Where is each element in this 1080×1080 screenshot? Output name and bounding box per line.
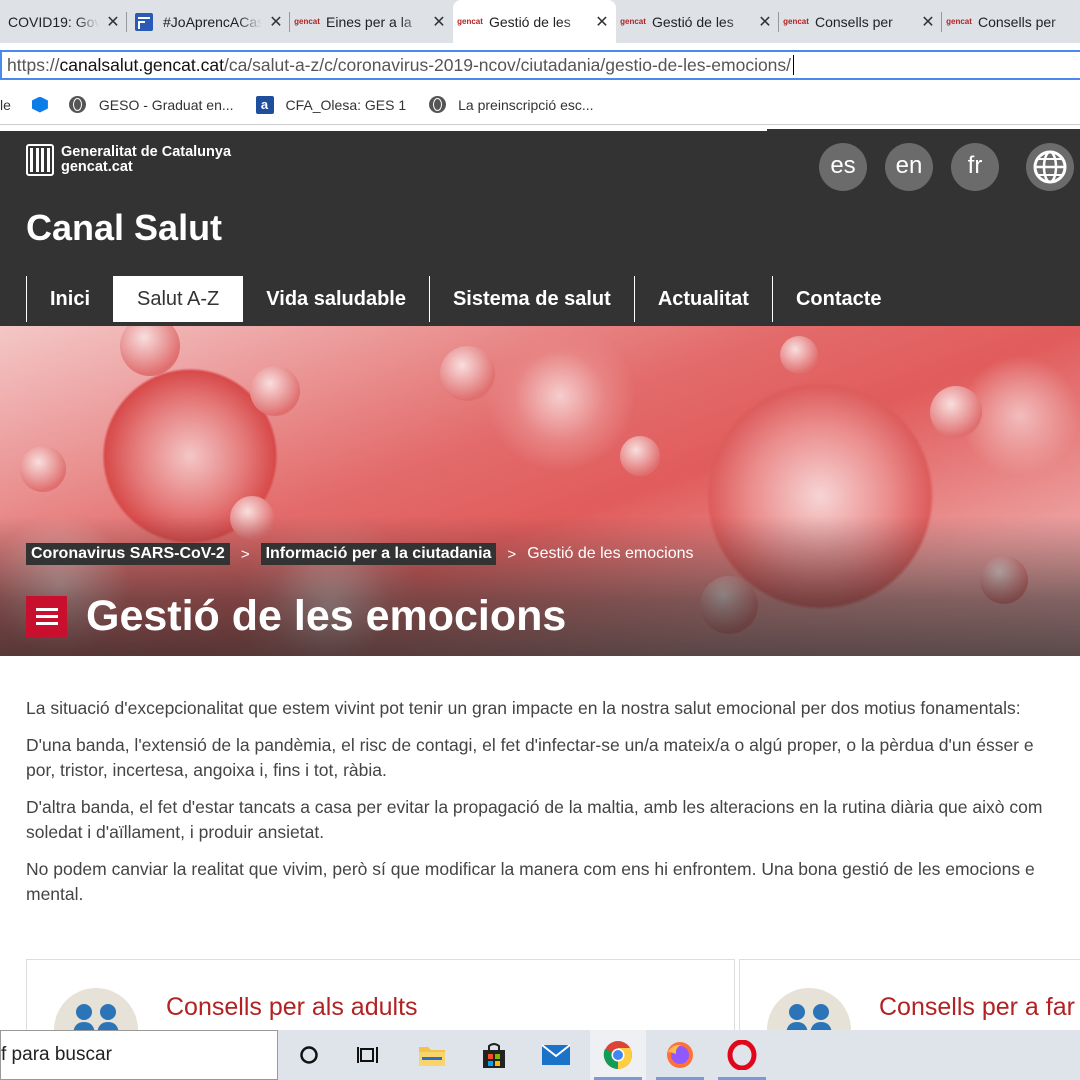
nav-item-sistema-de-salut[interactable]: Sistema de salut [428,276,634,322]
globe-icon [428,96,446,114]
generalitat-emblem-icon [26,144,54,176]
browser-tab-strip: COVID19: Gov ✕ #JoAprencACasa ✕ gen cat E… [0,0,1080,43]
breadcrumb-link-ciutadania[interactable]: Informació per a la ciutadania [260,543,497,565]
chrome-icon[interactable] [590,1030,646,1080]
close-icon[interactable]: ✕ [920,12,936,32]
browser-tab-active[interactable]: gen cat Gestió de les ✕ [453,0,616,43]
browser-tab[interactable]: gen cat Consells per ✕ [779,0,942,43]
tab-title: Gestió de les [489,13,571,30]
tab-title: Consells per [815,13,893,30]
mail-icon[interactable] [528,1030,584,1080]
bookmark-label: CFA_Olesa: GES 1 [285,96,407,113]
page-title: Gestió de les emocions [86,592,567,640]
text-caret [793,55,795,75]
bookmark-item[interactable]: le [0,97,11,113]
close-icon[interactable]: ✕ [431,12,447,32]
tab-title: COVID19: Gov [8,13,99,30]
gencat-favicon-icon: gen cat [783,16,809,26]
paragraph: soledat i d'aïllament, i produir ansieta… [26,822,325,842]
address-bar: https://canalsalut.gencat.cat/ca/salut-a… [0,43,1080,85]
language-fr-button[interactable]: fr [951,143,999,191]
url-path: /ca/salut-a-z/c/coronavirus-2019-ncov/ci… [223,55,792,75]
close-icon[interactable]: ✕ [757,12,773,32]
nav-item-vida-saludable[interactable]: Vida saludable [242,276,429,322]
url-host: canalsalut.gencat.cat [59,55,224,75]
paragraph: por, tristor, incertesa, angoixa i, fins… [26,760,387,780]
browser-tab[interactable]: gen cat Gestió de les ✕ [616,0,779,43]
paragraph: mental. [26,884,84,904]
url-input[interactable]: https://canalsalut.gencat.cat/ca/salut-a… [0,50,1080,80]
bookmarks-bar: le GESO - Graduat en... a CFA_Olesa: GES… [0,85,1080,125]
gencat-favicon-icon: gen cat [620,16,646,26]
nav-item-contacte[interactable]: Contacte [771,276,905,322]
bookmark-label: le [0,96,11,113]
cortana-icon[interactable] [281,1030,337,1080]
language-es-button[interactable]: es [819,143,867,191]
page-heading: Gestió de les emocions [26,592,566,641]
bookmark-item[interactable]: a CFA_Olesa: GES 1 [255,95,407,114]
nav-item-inici[interactable]: Inici [26,276,113,322]
close-icon[interactable]: ✕ [268,12,284,32]
browser-tab[interactable]: #JoAprencACasa ✕ [127,0,290,43]
main-nav: Inici Salut A-Z Vida saludable Sistema d… [26,276,905,322]
bookmark-item[interactable]: La preinscripció esc... [428,96,594,114]
paragraph: La situació d'excepcionalitat que estem … [26,698,1021,718]
logo-text: Generalitat de Catalunya gencat.cat [61,145,231,175]
breadcrumb: Coronavirus SARS-CoV-2 > Informació per … [26,543,694,565]
tab-title: #JoAprencACasa [163,13,262,30]
opera-icon[interactable] [714,1030,770,1080]
bookmark-item[interactable] [31,96,49,114]
tab-title: Eines per a la [326,13,412,30]
windows-taskbar: f para buscar [0,1030,1080,1080]
bookmark-label: La preinscripció esc... [458,96,594,113]
nav-item-actualitat[interactable]: Actualitat [633,276,772,322]
browser-tab[interactable]: gen cat Eines per a la ✕ [290,0,453,43]
form-favicon-icon [135,12,153,31]
card-title[interactable]: Consells per als adults [166,993,418,1022]
a-square-icon: a [255,95,274,114]
breadcrumb-link-coronavirus[interactable]: Coronavirus SARS-CoV-2 [26,543,230,565]
logo-line1: Generalitat de Catalunya [61,144,232,160]
site-title[interactable]: Canal Salut [26,207,222,249]
hexagon-icon [31,96,49,114]
logo-line2: gencat.cat [61,159,133,175]
article-body: La situació d'excepcionalitat que estem … [26,696,1080,919]
browser-tab[interactable]: COVID19: Gov ✕ [0,0,127,43]
breadcrumb-separator: > [240,545,250,563]
store-icon[interactable] [466,1030,522,1080]
search-text: f para buscar [1,1044,112,1065]
gencat-favicon-icon: gen cat [457,16,483,26]
file-explorer-icon[interactable] [404,1030,460,1080]
tab-title: Consells per [978,13,1056,30]
globe-language-icon[interactable] [1026,143,1074,191]
breadcrumb-separator: > [507,545,517,563]
gencat-favicon-icon: gen cat [294,16,320,26]
browser-tab[interactable]: gen cat Consells per [942,0,1080,43]
breadcrumb-current: Gestió de les emocions [527,545,694,562]
bookmark-label: GESO - Graduat en... [98,96,234,113]
paragraph: D'una banda, l'extensió de la pandèmia, … [26,735,1034,755]
taskbar-search-input[interactable]: f para buscar [0,1030,278,1080]
paragraph: No podem canviar la realitat que vivim, … [26,859,1035,879]
generalitat-logo[interactable]: Generalitat de Catalunya gencat.cat [26,144,231,176]
nav-item-salut-a-z[interactable]: Salut A-Z [113,276,243,322]
firefox-icon[interactable] [652,1030,708,1080]
gencat-favicon-icon: gen cat [946,16,972,26]
url-scheme: https:// [7,55,60,75]
bookmark-item[interactable]: GESO - Graduat en... [69,96,234,114]
task-view-icon[interactable] [340,1030,396,1080]
close-icon[interactable]: ✕ [105,12,121,32]
tab-title: Gestió de les [652,13,734,30]
card-title[interactable]: Consells per a far [879,993,1075,1022]
language-en-button[interactable]: en [885,143,933,191]
hamburger-menu-icon[interactable] [26,596,67,637]
globe-icon [69,96,87,114]
paragraph: D'altra banda, el fet d'estar tancats a … [26,797,1043,817]
close-icon[interactable]: ✕ [594,12,610,32]
